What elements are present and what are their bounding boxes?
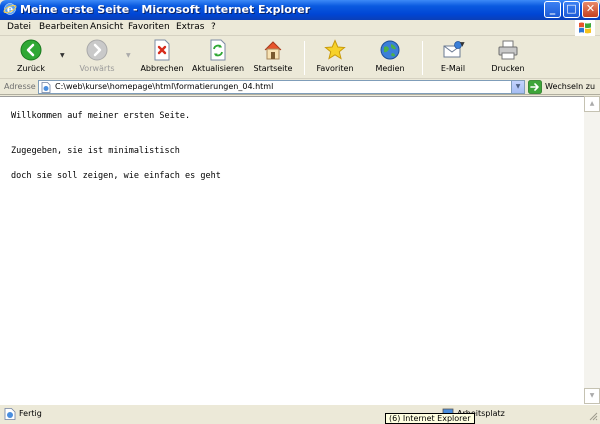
close-button[interactable]: ✕: [582, 1, 599, 18]
back-label: Zurück: [17, 64, 45, 73]
menu-bar: Datei Bearbeiten Ansicht Favoriten Extra…: [0, 20, 600, 36]
html-page-icon: [41, 82, 51, 93]
print-label: Drucken: [491, 64, 525, 73]
refresh-icon: [210, 39, 226, 61]
forward-dropdown-icon[interactable]: ▼: [126, 52, 131, 59]
mail-button[interactable]: E-Mail: [432, 39, 474, 77]
page-status-icon: [4, 408, 16, 420]
media-label: Medien: [375, 64, 405, 73]
forward-button[interactable]: Vorwärts: [76, 39, 118, 77]
maximize-button[interactable]: □: [563, 1, 580, 18]
scroll-down-icon[interactable]: ▼: [584, 388, 600, 404]
stop-icon: [154, 39, 170, 61]
back-arrow-icon: [20, 39, 42, 61]
menu-help[interactable]: ?: [211, 22, 216, 32]
menu-datei[interactable]: Datei: [7, 22, 31, 32]
stop-button[interactable]: Abbrechen: [140, 39, 184, 77]
address-input[interactable]: C:\web\kurse\homepage\html\formatierunge…: [38, 80, 525, 94]
favorites-button[interactable]: Favoriten: [312, 39, 358, 77]
menu-ansicht[interactable]: Ansicht: [90, 22, 123, 32]
windows-flag-icon: [575, 20, 595, 36]
vertical-scrollbar[interactable]: ▲ ▼: [584, 96, 600, 404]
print-button[interactable]: Drucken: [487, 39, 529, 77]
menu-favoriten[interactable]: Favoriten: [128, 22, 170, 32]
ie-logo-icon: e: [3, 3, 17, 16]
home-icon: [264, 41, 282, 60]
page-content[interactable]: Willkommen auf meiner ersten Seite. Zuge…: [0, 96, 584, 404]
resize-grip-icon[interactable]: [588, 411, 598, 421]
menu-extras[interactable]: Extras: [176, 22, 204, 32]
page-text-line: Zugegeben, sie ist minimalistisch: [11, 146, 180, 156]
address-value: C:\web\kurse\homepage\html\formatierunge…: [55, 82, 274, 91]
back-button[interactable]: Zurück: [10, 39, 52, 77]
favorites-label: Favoriten: [316, 64, 354, 73]
stop-label: Abbrechen: [140, 64, 184, 73]
title-bar[interactable]: e Meine erste Seite - Microsoft Internet…: [0, 0, 600, 20]
taskbar-tooltip: (6) Internet Explorer: [385, 413, 475, 424]
minimize-button[interactable]: _: [544, 1, 561, 18]
page-text-line: doch sie soll zeigen, wie einfach es geh…: [11, 171, 221, 181]
mail-label: E-Mail: [440, 64, 466, 73]
refresh-label: Aktualisieren: [191, 64, 245, 73]
menu-bearbeiten[interactable]: Bearbeiten: [39, 22, 88, 32]
scroll-up-icon[interactable]: ▲: [584, 96, 600, 112]
address-dropdown-icon[interactable]: ▼: [511, 81, 524, 93]
status-bar: Fertig Arbeitsplatz: [0, 404, 600, 424]
media-button[interactable]: Medien: [369, 39, 411, 77]
home-label: Startseite: [253, 64, 293, 73]
window-title: Meine erste Seite - Microsoft Internet E…: [20, 3, 311, 16]
refresh-button[interactable]: Aktualisieren: [190, 39, 246, 77]
toolbar-separator: [422, 41, 423, 75]
standard-toolbar: Zurück ▼ Vorwärts ▼ Abbrechen Aktualisie…: [0, 37, 600, 79]
home-button[interactable]: Startseite: [252, 39, 294, 77]
go-label: Wechseln zu: [545, 82, 596, 91]
toolbar-separator: [304, 41, 305, 75]
forward-label: Vorwärts: [79, 64, 115, 73]
forward-arrow-icon: [86, 39, 108, 61]
status-text: Fertig: [19, 409, 42, 418]
address-bar: Adresse C:\web\kurse\homepage\html\forma…: [0, 79, 600, 95]
mail-dropdown-icon[interactable]: ▼: [460, 41, 465, 48]
back-dropdown-icon[interactable]: ▼: [60, 52, 65, 59]
printer-icon: [498, 40, 518, 60]
media-globe-icon: [380, 40, 400, 60]
address-label: Adresse: [4, 82, 36, 91]
page-text-line: Willkommen auf meiner ersten Seite.: [11, 111, 191, 121]
go-arrow-icon: [528, 80, 542, 94]
star-icon: [324, 39, 346, 60]
